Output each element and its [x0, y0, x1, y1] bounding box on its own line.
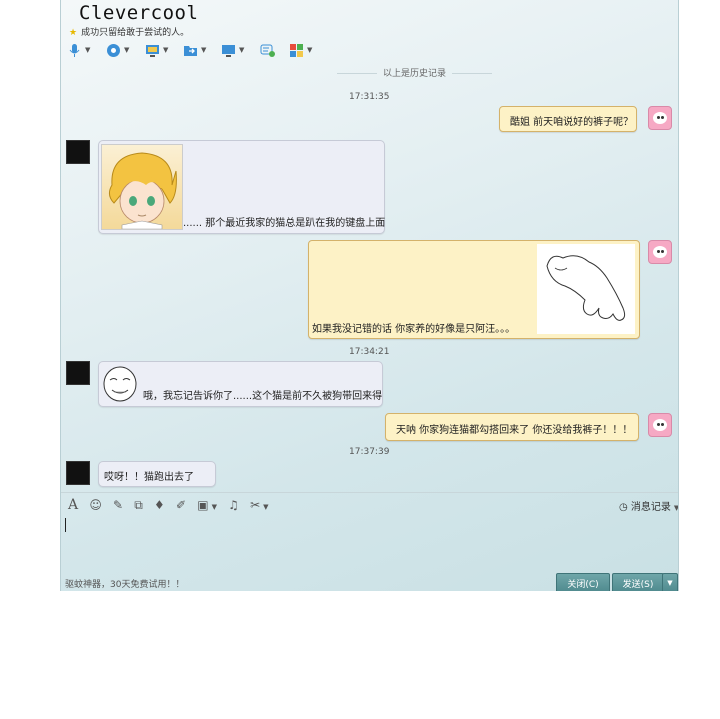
voice-icon[interactable]: ♦: [154, 498, 165, 512]
input-toolbar: A ☺ ✎ ⧉ ♦ ✐ ▣ ▼ ♫ ✂ ▼ ◷ 消息记录 ▼: [61, 492, 678, 517]
send-options-button[interactable]: ▼: [662, 573, 678, 591]
video-button[interactable]: ▼: [106, 40, 129, 60]
mic-button[interactable]: ▼: [67, 40, 90, 60]
cat-paw-sketch-image[interactable]: [537, 244, 635, 334]
chevron-down-icon: ▼: [124, 46, 130, 54]
font-icon[interactable]: A: [68, 497, 78, 513]
remote-desktop-button[interactable]: ▼: [221, 40, 244, 60]
mic-icon: [67, 43, 82, 58]
scissors-icon[interactable]: ✂ ▼: [250, 498, 268, 512]
ad-text[interactable]: 驱蚊神器，30天免费试用！！: [65, 577, 184, 590]
message-history-button[interactable]: ◷ 消息记录 ▼: [619, 498, 679, 513]
file-transfer-button[interactable]: ▼: [183, 40, 206, 60]
chevron-down-icon: ▼: [673, 504, 679, 512]
avatar[interactable]: [66, 361, 90, 385]
screen-share-button[interactable]: ▼: [145, 40, 168, 60]
timestamp: 17:31:35: [349, 92, 390, 102]
chat-window: Clevercool ★ 成功只留给敢于尝试的人。 ▼ ▼ ▼ ▼ ▼ ▼ 以上…: [60, 0, 679, 591]
avatar[interactable]: [648, 413, 672, 437]
message-bubble-received: 哦，我忘记告诉你了......这个猫是前不久被狗带回来得: [98, 361, 383, 407]
message-text: ...... 那个最近我家的猫总是趴在我的键盘上面: [183, 218, 386, 229]
avatar[interactable]: [648, 106, 672, 130]
add-chat-button[interactable]: [260, 40, 275, 60]
send-button[interactable]: 发送(S): [612, 573, 664, 591]
message-history-label: 消息记录: [630, 502, 671, 513]
message-text: 天呐 你家狗连猫都勾搭回来了 你还没给我裤子！！！: [396, 425, 633, 436]
edit-icon[interactable]: ✐: [176, 498, 186, 512]
chat-add-icon: [260, 43, 275, 58]
meme-face-sticker[interactable]: [102, 366, 138, 402]
timestamp: 17:37:39: [349, 447, 390, 457]
shake-icon[interactable]: ✎: [113, 498, 123, 512]
message-bubble-received: ...... 那个最近我家的猫总是趴在我的键盘上面: [98, 140, 385, 234]
message-bubble-sent: 如果我没记错的话 你家养的好像是只阿汪。。。: [308, 240, 640, 339]
screen-share-icon: [145, 43, 160, 58]
screenshot-icon[interactable]: ⧉: [134, 498, 143, 513]
video-icon: [106, 43, 121, 58]
apps-icon: [289, 43, 304, 58]
chevron-down-icon: ▼: [239, 46, 245, 54]
chevron-down-icon: ▼: [201, 46, 207, 54]
remote-desktop-icon: [221, 43, 236, 58]
chevron-down-icon: ▼: [163, 46, 169, 54]
message-bubble-sent: 天呐 你家狗连猫都勾搭回来了 你还没给我裤子！！！: [385, 413, 639, 441]
chevron-down-icon: ▼: [85, 46, 91, 54]
timestamp: 17:34:21: [349, 347, 390, 357]
emoji-icon[interactable]: ☺: [89, 498, 102, 512]
contact-signature: ★ 成功只留给敢于尝试的人。: [69, 25, 189, 38]
folder-icon: [183, 43, 198, 58]
close-button[interactable]: 关闭(C): [556, 573, 610, 591]
star-icon: ★: [69, 28, 78, 38]
history-separator: 以上是历史记录: [331, 66, 498, 79]
message-text: 哎呀！！猫跑出去了: [104, 472, 194, 483]
avatar[interactable]: [648, 240, 672, 264]
contact-name: Clevercool: [79, 2, 199, 24]
message-input[interactable]: [61, 516, 678, 571]
avatar[interactable]: [66, 140, 90, 164]
signature-text: 成功只留给敢于尝试的人。: [81, 28, 190, 38]
chevron-down-icon: ▼: [307, 46, 313, 54]
message-text: 哦，我忘记告诉你了......这个猫是前不久被狗带回来得: [143, 391, 383, 402]
history-label: 以上是历史记录: [383, 69, 447, 79]
avatar[interactable]: [66, 461, 90, 485]
message-text: 酷姐 前天咱说好的裤子呢？: [510, 117, 634, 128]
music-icon[interactable]: ♫: [228, 498, 239, 512]
message-bubble-sent: 酷姐 前天咱说好的裤子呢？: [499, 106, 637, 132]
message-text: 如果我没记错的话 你家养的好像是只阿汪。。。: [312, 324, 516, 335]
image-icon[interactable]: ▣ ▼: [197, 498, 217, 512]
apps-button[interactable]: ▼: [289, 40, 312, 60]
message-bubble-received: 哎呀！！猫跑出去了: [98, 461, 216, 487]
clock-icon: ◷: [619, 502, 628, 513]
anime-sticker-image[interactable]: [101, 144, 183, 230]
